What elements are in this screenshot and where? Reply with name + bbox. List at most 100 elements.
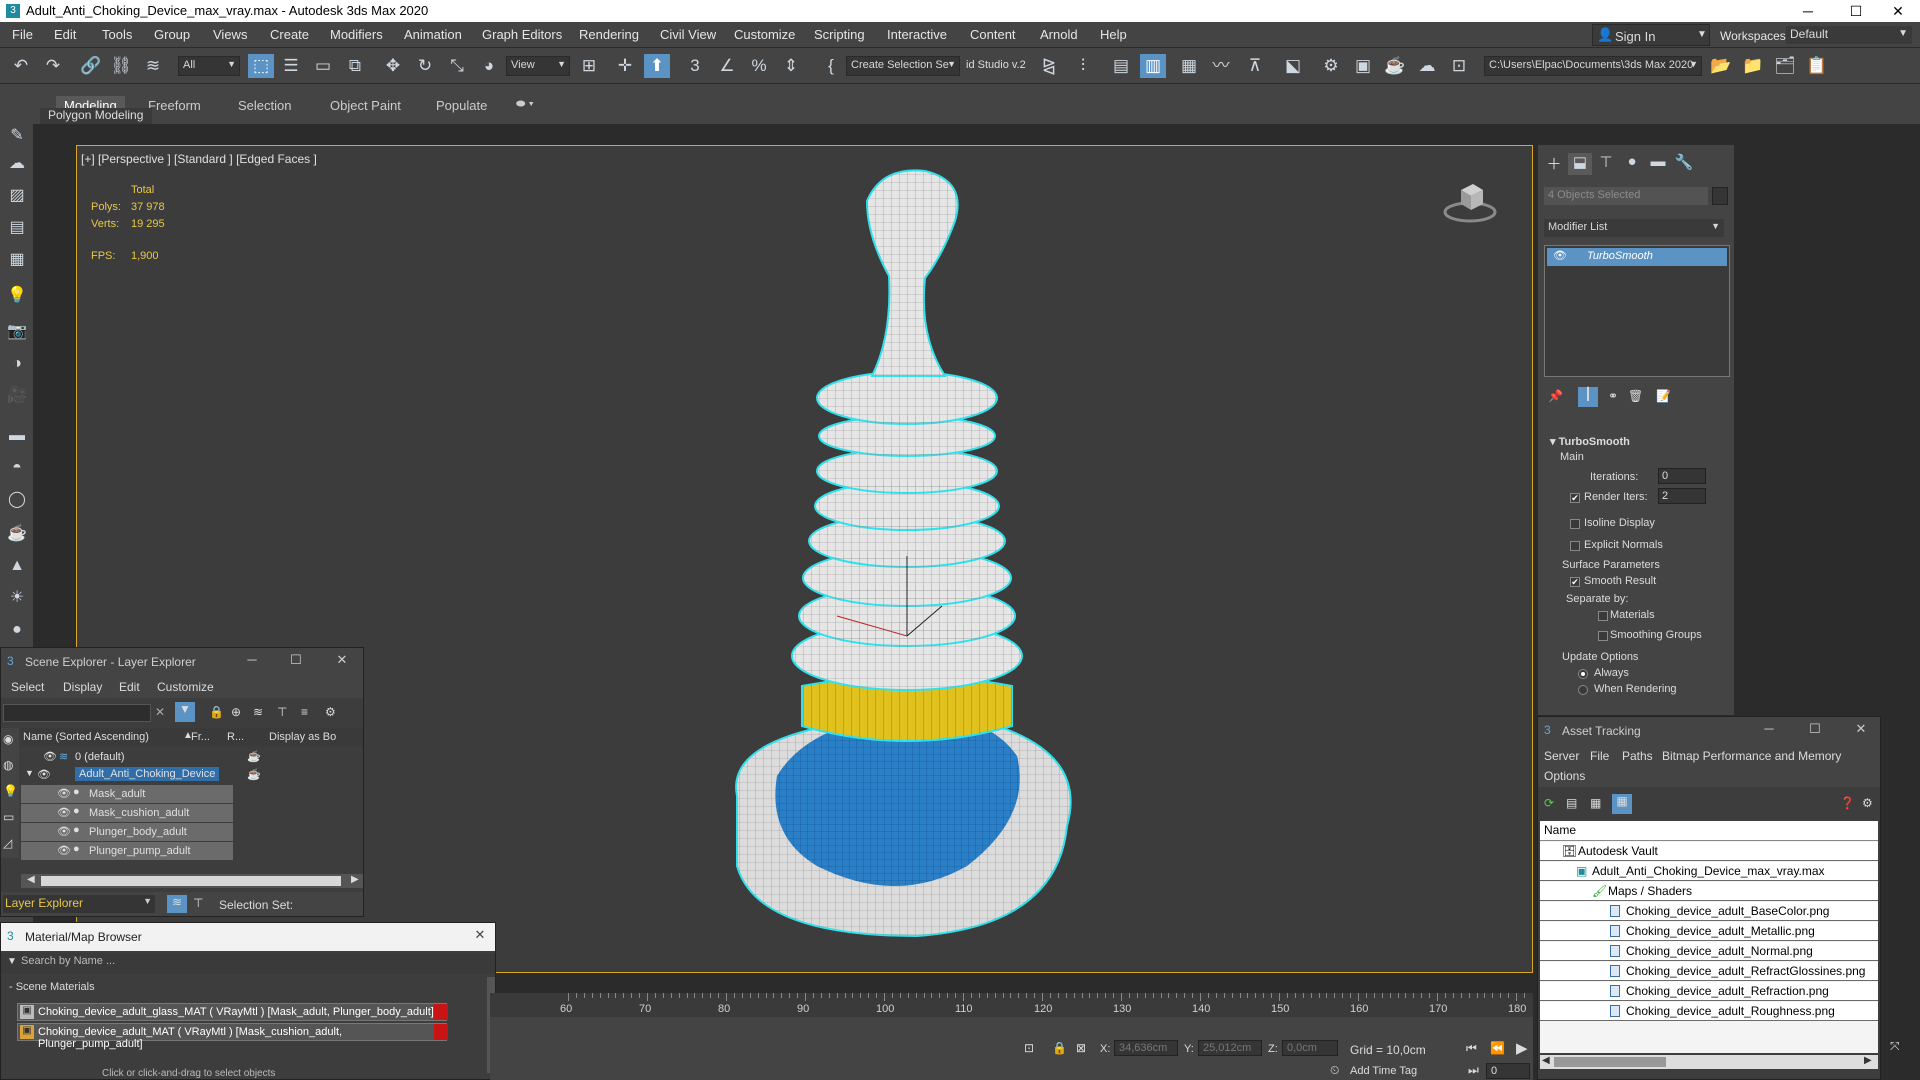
minimize-icon[interactable]: ─	[239, 652, 265, 672]
stack-item-turbosmooth[interactable]: 👁 TurboSmooth	[1547, 248, 1727, 266]
menu-views[interactable]: Views	[213, 27, 247, 42]
eye-icon[interactable]: 👁	[57, 806, 71, 819]
hierarchy-icon[interactable]: ⊤	[277, 705, 287, 719]
render-icon[interactable]: ☕	[247, 750, 261, 763]
thumbnail-view-icon[interactable]: ▦	[1590, 796, 1601, 810]
viewport-label[interactable]: [+] [Perspective ] [Standard ] [Edged Fa…	[81, 152, 317, 166]
close-icon[interactable]: ✕	[329, 652, 355, 672]
menu-server[interactable]: Server	[1544, 749, 1579, 763]
menu-interactive[interactable]: Interactive	[887, 27, 947, 42]
material-item-glass[interactable]: ▣ Choking_device_adult_glass_MAT ( VRayM…	[17, 1003, 448, 1021]
material-browser-titlebar[interactable]: 3 Material/Map Browser ✕	[1, 923, 495, 951]
close-icon[interactable]: ✕	[1848, 721, 1874, 741]
column-render[interactable]: R...	[227, 731, 244, 743]
hierarchy-tab-icon[interactable]: ⊤	[1594, 153, 1618, 175]
motion-tab-icon[interactable]: ●	[1620, 153, 1644, 175]
asset-row-refractglossines[interactable]: Choking_device_adult_RefractGlossines.pn…	[1540, 962, 1878, 981]
percent-snap-icon[interactable]: %	[746, 54, 772, 78]
tab-freeform[interactable]: Freeform	[148, 98, 201, 113]
refresh-icon[interactable]: ⟳	[1544, 796, 1554, 810]
menu-graph-editors[interactable]: Graph Editors	[482, 27, 562, 42]
selection-lock-icon[interactable]: 🔒	[1052, 1041, 1067, 1055]
scene-materials-header[interactable]: - Scene Materials	[9, 981, 95, 993]
ribbon-options-icon[interactable]: ⬬ ▾	[516, 98, 534, 111]
chevron-down-icon[interactable]: ▼	[25, 768, 34, 778]
clear-search-icon[interactable]: ✕	[155, 705, 165, 719]
polygon-modeling-panel[interactable]: Polygon Modeling	[40, 108, 152, 124]
redo-icon[interactable]: ↷	[40, 54, 66, 78]
object-row-mask-cushion[interactable]: 👁 ● Mask_cushion_adult	[21, 804, 233, 822]
vray-frame-buffer-icon[interactable]: ⊡	[1446, 54, 1472, 78]
rollout-title[interactable]: ▾ TurboSmooth	[1550, 435, 1630, 448]
list-view-icon[interactable]: ▤	[1566, 796, 1577, 810]
modifier-list-select[interactable]: Modifier List ▼	[1544, 219, 1724, 237]
schematic-view-icon[interactable]: ⊼	[1242, 54, 1268, 78]
menu-help[interactable]: Help	[1100, 27, 1127, 42]
material-sphere-icon[interactable]: ●	[5, 618, 29, 642]
menu-customize[interactable]: Customize	[157, 680, 214, 694]
snaps-toggle-icon[interactable]: 3	[682, 54, 708, 78]
close-icon[interactable]: ✕	[467, 927, 493, 947]
menu-group[interactable]: Group	[154, 27, 190, 42]
selection-filter-select[interactable]: All ▼	[178, 56, 240, 76]
object-name-field[interactable]: 4 Objects Selected	[1544, 187, 1708, 205]
rectangular-region-icon[interactable]: ▭	[310, 54, 336, 78]
chevron-down-icon[interactable]: ▼	[7, 956, 17, 967]
toggle-scene-explorer-icon[interactable]: ▤	[1108, 54, 1134, 78]
toggle-ribbon-icon[interactable]: ▦	[1176, 54, 1202, 78]
paint-icon[interactable]: ▨	[5, 184, 29, 208]
scene-search-input[interactable]	[3, 704, 151, 722]
settings-icon[interactable]: ⚙	[325, 705, 336, 719]
cone-icon[interactable]: ▲	[5, 554, 29, 578]
iterations-spinner[interactable]: 0	[1658, 468, 1706, 484]
layer-row-default[interactable]: 👁 ≋ 0 (default) ☕	[21, 748, 363, 766]
smoothing-groups-checkbox[interactable]	[1598, 631, 1608, 641]
shape-icon[interactable]: ◍	[3, 758, 13, 772]
project-save-icon[interactable]: 📁	[1740, 54, 1766, 78]
key-mode-icon[interactable]: ⏭	[1468, 1063, 1479, 1078]
menu-file[interactable]: File	[1590, 749, 1609, 763]
maximize-icon[interactable]: ☐	[1802, 721, 1828, 741]
column-display-as-box[interactable]: Display as Bo	[269, 731, 336, 743]
material-editor-icon[interactable]: ⬕	[1280, 54, 1306, 78]
hierarchy-toggle-icon[interactable]: ⊤	[193, 896, 203, 910]
menu-edit[interactable]: Edit	[119, 680, 140, 694]
lock-icon[interactable]: 🔒	[209, 705, 224, 719]
menu-display[interactable]: Display	[63, 680, 102, 694]
project-settings-icon[interactable]: 🗂	[1772, 54, 1798, 78]
modify-tab-icon[interactable]: ⬓	[1568, 153, 1592, 175]
play-icon[interactable]: ▶	[1516, 1039, 1528, 1057]
asset-column-header[interactable]: Name	[1540, 821, 1878, 841]
plane-icon[interactable]: ▬	[5, 424, 29, 448]
scroll-left-icon[interactable]: ◀	[1542, 1055, 1550, 1066]
column-name[interactable]: Name (Sorted Ascending)	[23, 731, 149, 743]
menu-rendering[interactable]: Rendering	[579, 27, 639, 42]
freeform-icon[interactable]: ☁	[5, 152, 29, 176]
menu-content[interactable]: Content	[970, 27, 1016, 42]
menu-tools[interactable]: Tools	[102, 27, 132, 42]
smooth-result-checkbox[interactable]: ✔	[1570, 577, 1580, 587]
layer-row-device[interactable]: ▼ 👁 Adult_Anti_Choking_Device ☕	[21, 766, 363, 784]
modifier-stack[interactable]: 👁 TurboSmooth	[1544, 245, 1730, 377]
when-rendering-radio[interactable]	[1578, 685, 1588, 695]
layers-stack-icon[interactable]: ≋	[253, 705, 263, 719]
isolate-selection-icon[interactable]: ⊡	[1024, 1041, 1034, 1055]
render-iters-checkbox[interactable]: ✔	[1570, 493, 1580, 503]
link-icon[interactable]: 🔗	[78, 54, 104, 78]
add-layer-icon[interactable]: ⊕	[231, 705, 241, 719]
project-folder-select[interactable]: C:\Users\Elpac\Documents\3ds Max 2020 ▼	[1484, 56, 1702, 76]
object-color-swatch[interactable]	[1712, 187, 1728, 205]
menu-animation[interactable]: Animation	[404, 27, 462, 42]
menu-civil-view[interactable]: Civil View	[660, 27, 716, 42]
teapot-icon[interactable]: ☕	[5, 522, 29, 546]
explorer-type-select[interactable]: Layer Explorer ▼	[3, 895, 155, 913]
explicit-normals-checkbox[interactable]	[1570, 541, 1580, 551]
asset-row-metallic[interactable]: Choking_device_adult_Metallic.png	[1540, 922, 1878, 941]
help-icon[interactable]: ❓	[1840, 796, 1855, 810]
move-icon[interactable]: ✥	[380, 54, 406, 78]
object-row-plunger-body[interactable]: 👁 ● Plunger_body_adult	[21, 823, 233, 841]
sign-in-button[interactable]: 👤 Sign In ▼	[1592, 24, 1710, 46]
menu-create[interactable]: Create	[270, 27, 309, 42]
window-crossing-icon[interactable]: ⧉	[342, 54, 368, 78]
y-coordinate-field[interactable]: 25,012cm	[1198, 1040, 1262, 1056]
